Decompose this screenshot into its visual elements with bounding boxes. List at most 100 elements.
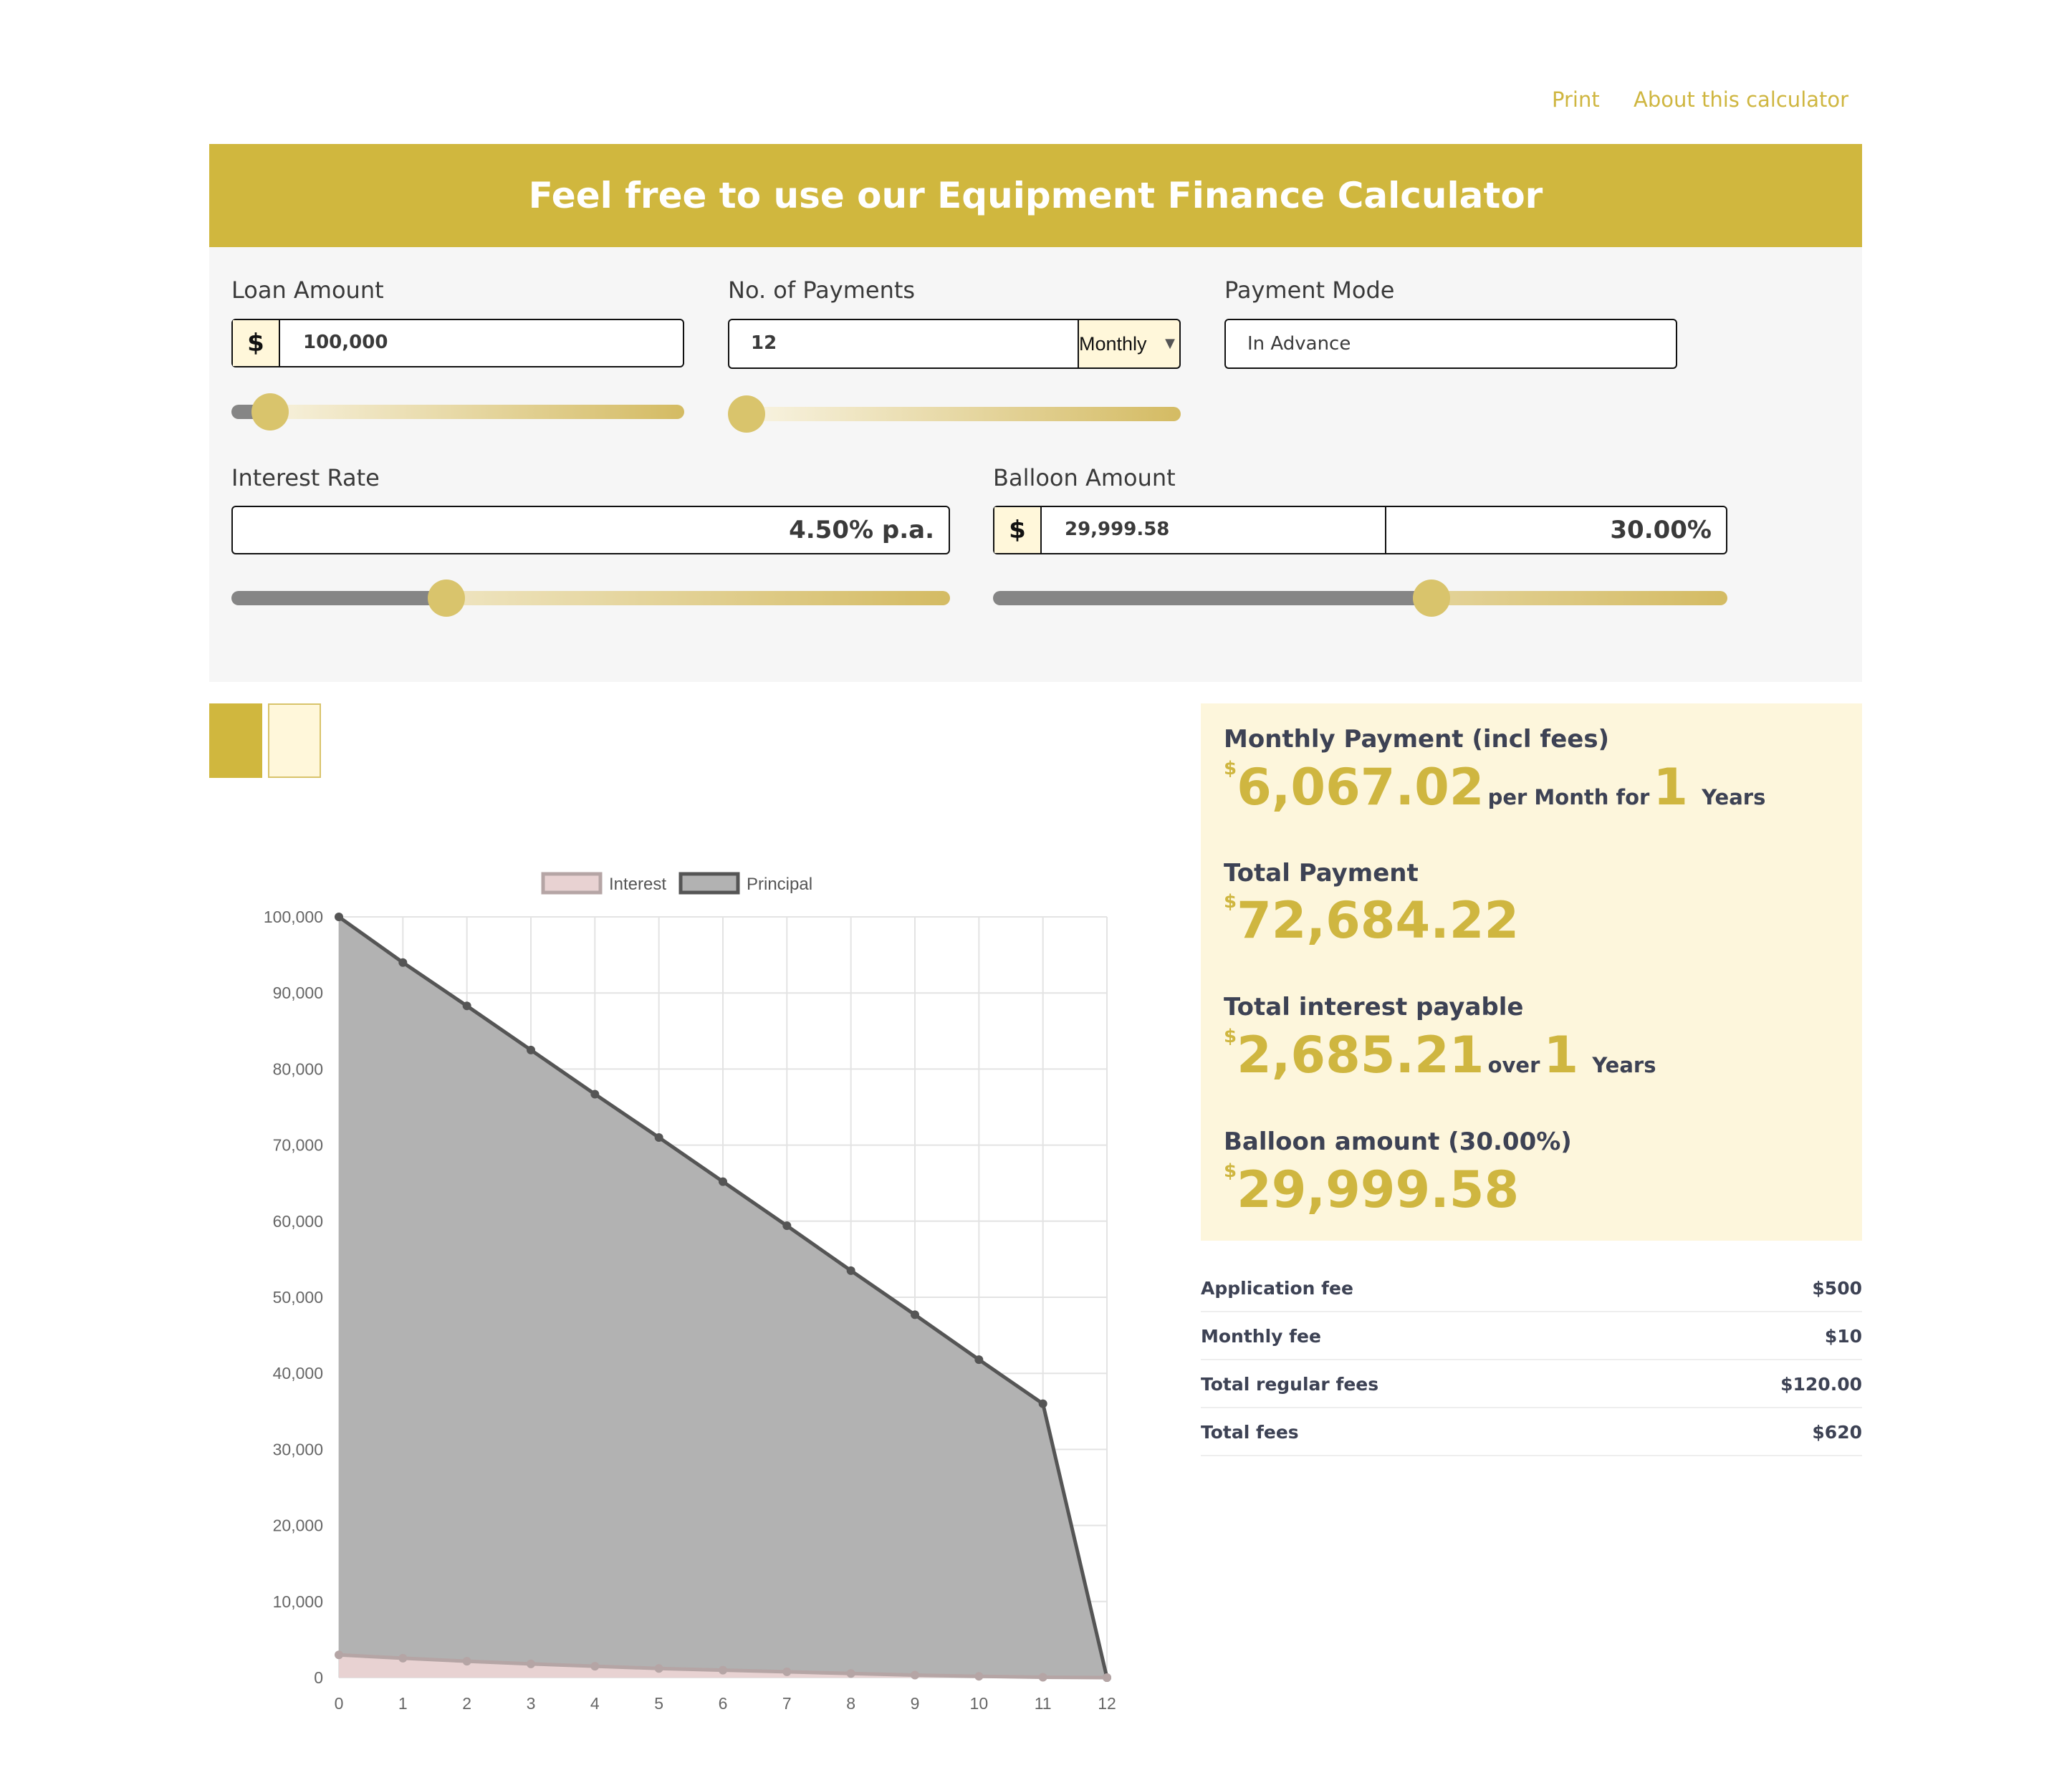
y-tick-label: 10,000: [273, 1592, 323, 1611]
data-point-principal: [974, 1355, 984, 1365]
data-point-interest: [527, 1659, 535, 1668]
frequency-select[interactable]: Monthly ▼: [1078, 319, 1181, 369]
total-payment-value: $72,684.22: [1224, 891, 1519, 950]
slider-thumb[interactable]: [428, 579, 465, 617]
about-calculator-link[interactable]: About this calculator: [1634, 87, 1848, 112]
loan-amount-field[interactable]: $ 100,000: [231, 319, 684, 367]
data-point-principal: [654, 1132, 663, 1142]
page-title: Feel free to use our Equipment Finance C…: [528, 175, 1543, 216]
legend-swatch-interest: [541, 872, 603, 895]
currency-sup: $: [1224, 1026, 1237, 1047]
fee-value: $620: [1812, 1421, 1862, 1443]
x-tick-label: 2: [462, 1694, 471, 1713]
chart-view-toggle-primary[interactable]: [209, 703, 262, 778]
y-tick-label: 50,000: [273, 1288, 323, 1307]
interest-rate-field[interactable]: 4.50% p.a.: [231, 506, 950, 554]
slider-thumb[interactable]: [728, 395, 765, 433]
years-value: 1: [1543, 1026, 1579, 1085]
total-payment-label: Total Payment: [1224, 859, 1419, 888]
years-label: Years: [1592, 1053, 1656, 1077]
x-tick-label: 10: [970, 1694, 989, 1713]
balloon-amount-label: Balloon Amount: [993, 464, 1176, 491]
data-point-interest: [462, 1657, 471, 1666]
y-tick-label: 0: [314, 1668, 323, 1687]
frequency-value: Monthly: [1079, 333, 1147, 355]
data-point-principal: [1038, 1399, 1047, 1408]
balloon-percent-field[interactable]: 30.00%: [1385, 506, 1727, 554]
slider-thumb[interactable]: [251, 393, 289, 431]
data-point-interest: [335, 1650, 343, 1660]
loan-amount-slider[interactable]: [231, 393, 684, 431]
data-point-interest: [911, 1670, 919, 1680]
x-tick-label: 0: [335, 1694, 344, 1713]
x-tick-label: 4: [590, 1694, 600, 1713]
data-point-interest: [398, 1653, 408, 1663]
dollar-prefix: $: [233, 320, 280, 366]
balloon-amount-field[interactable]: $ 29,999.58: [993, 506, 1386, 554]
balloon-slider[interactable]: [993, 579, 1727, 617]
y-tick-label: 30,000: [273, 1440, 323, 1458]
chart-view-toggle-secondary[interactable]: [268, 703, 321, 778]
data-point-principal: [590, 1090, 600, 1099]
currency-sup: $: [1224, 891, 1237, 913]
dollar-prefix: $: [994, 507, 1042, 553]
x-tick-label: 12: [1098, 1694, 1116, 1713]
x-tick-label: 3: [527, 1694, 536, 1713]
fee-label: Monthly fee: [1201, 1325, 1321, 1347]
legend-label-principal: Principal: [747, 875, 812, 894]
data-point-principal: [335, 913, 343, 921]
balloon-result-label: Balloon amount (30.00%): [1224, 1127, 1572, 1156]
x-tick-label: 7: [782, 1694, 792, 1713]
interest-rate-slider[interactable]: [231, 579, 950, 617]
fee-value: $500: [1812, 1277, 1862, 1299]
total-payment-amount: 72,684.22: [1237, 891, 1520, 950]
loan-amount-input[interactable]: 100,000: [303, 332, 388, 353]
legend-label-interest: Interest: [609, 875, 666, 894]
total-interest-value: $2,685.21 over 1 Years: [1224, 1026, 1656, 1085]
data-point-interest: [846, 1669, 855, 1678]
fee-row: Total regular fees $120.00: [1201, 1361, 1862, 1408]
num-payments-field[interactable]: 12: [728, 319, 1079, 369]
payment-mode-label: Payment Mode: [1224, 276, 1395, 304]
total-interest-amount: 2,685.21: [1237, 1026, 1485, 1085]
num-payments-label: No. of Payments: [728, 276, 916, 304]
num-payments-input[interactable]: 12: [751, 332, 777, 354]
fee-label: Total fees: [1201, 1421, 1299, 1443]
per-month-text: per Month for: [1487, 785, 1650, 809]
num-payments-slider[interactable]: [728, 395, 1181, 433]
slider-track: [728, 407, 1181, 421]
loan-amount-label: Loan Amount: [231, 276, 384, 304]
data-point-interest: [1038, 1673, 1047, 1682]
data-point-interest: [782, 1667, 792, 1676]
fee-value: $120.00: [1780, 1373, 1862, 1395]
payment-mode-select[interactable]: In Advance: [1224, 319, 1677, 369]
balloon-result-amount: 29,999.58: [1237, 1160, 1520, 1219]
data-point-principal: [911, 1310, 919, 1319]
total-interest-label: Total interest payable: [1224, 993, 1524, 1021]
years-value: 1: [1653, 758, 1689, 817]
slider-fill: [993, 591, 1431, 605]
results-panel: Monthly Payment (incl fees) $6,067.02 pe…: [1201, 703, 1862, 1241]
y-tick-label: 90,000: [273, 984, 323, 1002]
interest-rate-input[interactable]: 4.50% p.a.: [789, 516, 934, 544]
x-tick-label: 8: [846, 1694, 855, 1713]
data-point-principal: [527, 1045, 535, 1054]
fee-row: Total fees $620: [1201, 1409, 1862, 1456]
chevron-down-icon: ▼: [1165, 336, 1175, 351]
print-link[interactable]: Print: [1552, 87, 1600, 112]
data-point-principal: [782, 1221, 792, 1231]
data-point-interest: [719, 1665, 727, 1675]
fee-value: $10: [1824, 1325, 1862, 1347]
balloon-amount-input[interactable]: 29,999.58: [1065, 519, 1169, 540]
interest-rate-label: Interest Rate: [231, 464, 380, 491]
x-tick-label: 1: [398, 1694, 408, 1713]
fee-label: Application fee: [1201, 1277, 1353, 1299]
data-point-principal: [398, 958, 408, 967]
y-tick-label: 100,000: [264, 908, 323, 926]
x-tick-label: 11: [1035, 1694, 1052, 1713]
slider-thumb[interactable]: [1413, 579, 1450, 617]
x-tick-label: 9: [911, 1694, 920, 1713]
balloon-percent-input[interactable]: 30.00%: [1610, 516, 1712, 544]
banner: Feel free to use our Equipment Finance C…: [209, 144, 1862, 247]
amortization-chart: 100,000 90,000 80,000 70,000 60,000 50,000 40,…: [244, 860, 1146, 1741]
